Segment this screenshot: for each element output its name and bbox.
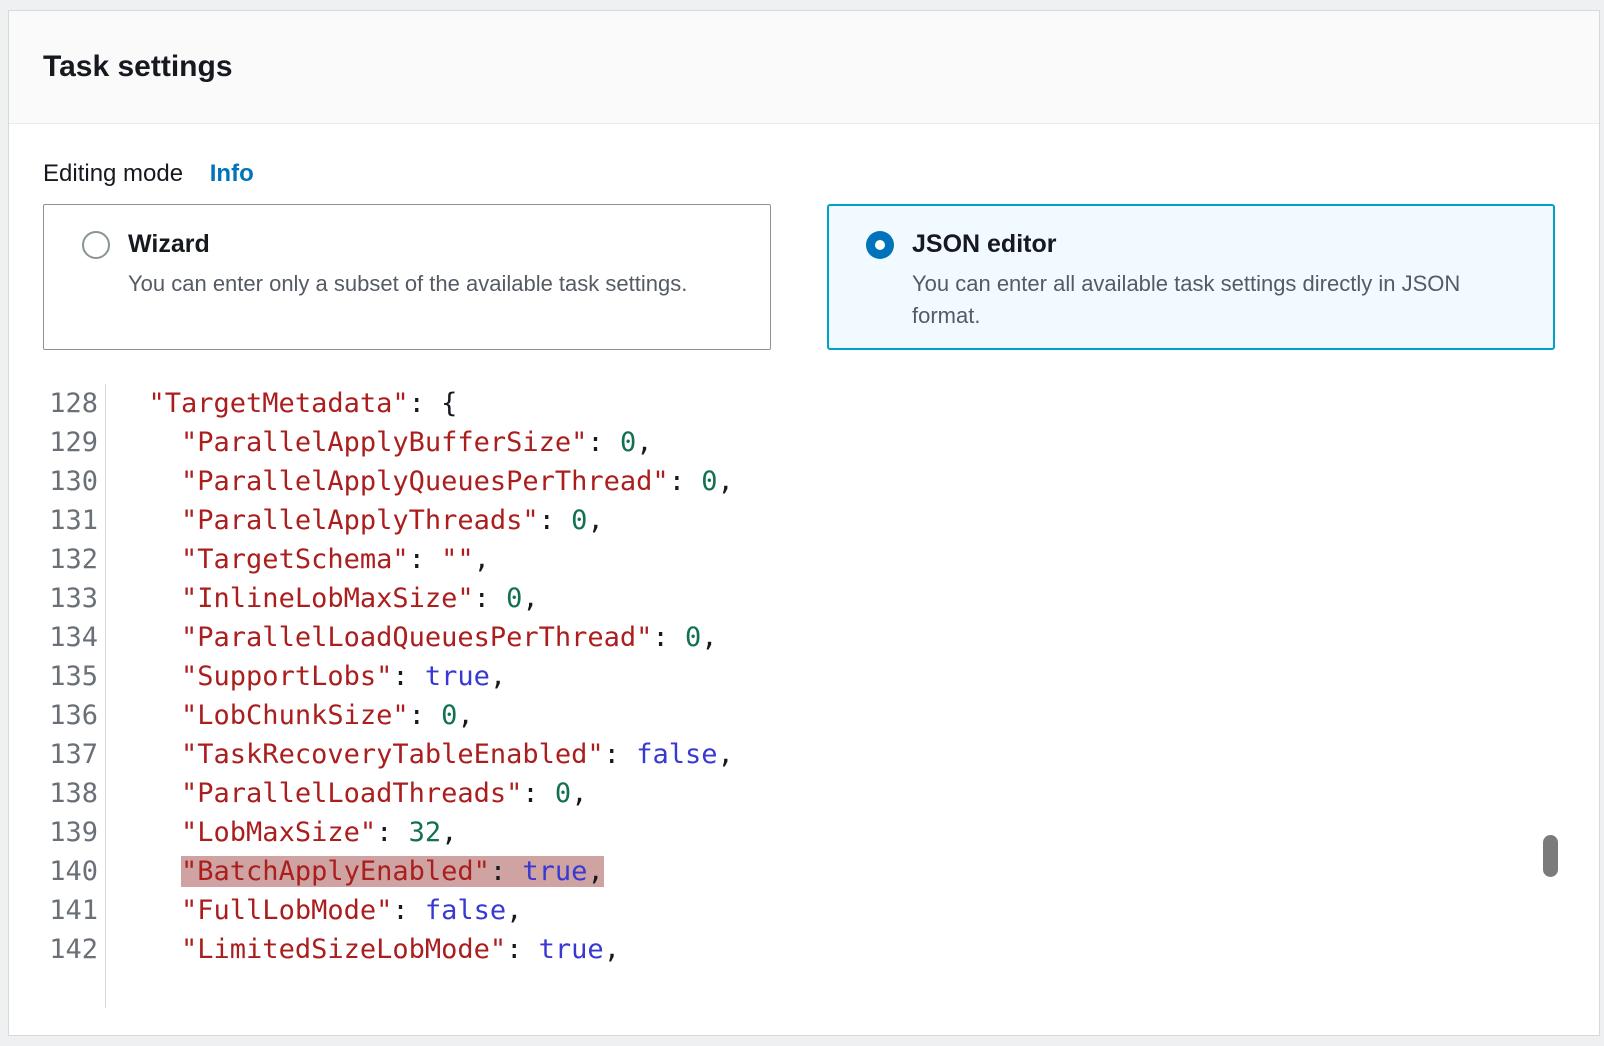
code-text: "TargetMetadata": { (106, 384, 457, 423)
code-text: "SupportLobs": true, (106, 657, 506, 696)
line-number: 142 (9, 930, 106, 969)
line-number: 130 (9, 462, 106, 501)
code-text: "TargetSchema": "", (106, 540, 490, 579)
json-key: "FullLobMode" (181, 895, 392, 926)
code-line[interactable]: 132 "TargetSchema": "", (9, 540, 1555, 579)
panel-title: Task settings (43, 50, 233, 84)
code-line[interactable]: 137 "TaskRecoveryTableEnabled": false, (9, 735, 1555, 774)
code-text: "ParallelApplyBufferSize": 0, (106, 423, 652, 462)
editing-mode-option-json-editor[interactable]: JSON editor You can enter all available t… (827, 204, 1555, 350)
json-key: "ParallelApplyQueuesPerThread" (181, 466, 669, 497)
code-line[interactable]: 128 "TargetMetadata": { (9, 384, 1555, 423)
json-key: "TargetSchema" (181, 544, 409, 575)
code-line[interactable]: 131 "ParallelApplyThreads": 0, (9, 501, 1555, 540)
line-number: 134 (9, 618, 106, 657)
json-value: 0 (555, 778, 571, 809)
code-line[interactable]: 141 "FullLobMode": false, (9, 891, 1555, 930)
code-line[interactable]: 139 "LobMaxSize": 32, (9, 813, 1555, 852)
line-number: 137 (9, 735, 106, 774)
json-key: "ParallelApplyBufferSize" (181, 427, 587, 458)
code-text: "LimitedSizeLobMode": true, (106, 930, 620, 969)
line-number: 131 (9, 501, 106, 540)
json-key: "TargetMetadata" (149, 388, 409, 419)
editing-mode-option-wizard[interactable]: Wizard You can enter only a subset of the… (43, 204, 771, 350)
json-key: "InlineLobMaxSize" (181, 583, 474, 614)
line-number: 138 (9, 774, 106, 813)
json-value: 0 (571, 505, 587, 536)
code-line[interactable]: 129 "ParallelApplyBufferSize": 0, (9, 423, 1555, 462)
code-text: "ParallelLoadQueuesPerThread": 0, (106, 618, 717, 657)
json-key: "ParallelApplyThreads" (181, 505, 539, 536)
line-number: 141 (9, 891, 106, 930)
code-line[interactable]: 136 "LobChunkSize": 0, (9, 696, 1555, 735)
code-line[interactable]: 142 "LimitedSizeLobMode": true, (9, 930, 1555, 969)
code-text: "InlineLobMaxSize": 0, (106, 579, 539, 618)
json-key: "ParallelLoadQueuesPerThread" (181, 622, 652, 653)
search-highlight: "BatchApplyEnabled": true, (181, 856, 604, 887)
json-value: 0 (701, 466, 717, 497)
json-value: 32 (409, 817, 442, 848)
json-key: "BatchApplyEnabled" (181, 856, 490, 887)
json-key: "ParallelLoadThreads" (181, 778, 522, 809)
task-settings-panel: Task settings Editing mode Info Wizard Yo… (8, 10, 1600, 1036)
json-key: "LobChunkSize" (181, 700, 409, 731)
json-value: 0 (506, 583, 522, 614)
panel-body: Editing mode Info Wizard You can enter on… (9, 124, 1599, 1008)
code-line[interactable]: 138 "ParallelLoadThreads": 0, (9, 774, 1555, 813)
json-value: "" (441, 544, 474, 575)
code-text (106, 969, 116, 1008)
line-number: 129 (9, 423, 106, 462)
code-line[interactable]: 134 "ParallelLoadQueuesPerThread": 0, (9, 618, 1555, 657)
code-text: "ParallelLoadThreads": 0, (106, 774, 587, 813)
editing-mode-row: Editing mode Info (43, 160, 1555, 188)
option-label: Wizard (128, 230, 210, 259)
line-number (9, 969, 106, 1008)
option-description: You can enter all available task setting… (912, 268, 1534, 332)
line-number: 128 (9, 384, 106, 423)
line-number: 139 (9, 813, 106, 852)
code-text: "BatchApplyEnabled": true, (106, 852, 604, 891)
json-value: true (522, 856, 587, 887)
code-line[interactable]: 130 "ParallelApplyQueuesPerThread": 0, (9, 462, 1555, 501)
radio-button-json-editor[interactable] (866, 231, 894, 259)
code-text: "ParallelApplyQueuesPerThread": 0, (106, 462, 734, 501)
json-code-editor[interactable]: 128 "TargetMetadata": {129 "ParallelAppl… (9, 384, 1555, 1008)
line-number: 136 (9, 696, 106, 735)
line-number: 140 (9, 852, 106, 891)
json-value: false (425, 895, 506, 926)
json-key: "TaskRecoveryTableEnabled" (181, 739, 604, 770)
code-text: "LobMaxSize": 32, (106, 813, 457, 852)
line-number: 133 (9, 579, 106, 618)
panel-header: Task settings (9, 11, 1599, 124)
json-key: "SupportLobs" (181, 661, 392, 692)
code-line[interactable]: 133 "InlineLobMaxSize": 0, (9, 579, 1555, 618)
radio-button-wizard[interactable] (82, 231, 110, 259)
json-value: true (425, 661, 490, 692)
line-number: 135 (9, 657, 106, 696)
code-text: "ParallelApplyThreads": 0, (106, 501, 604, 540)
json-value: { (441, 388, 457, 419)
json-value: true (539, 934, 604, 965)
option-description: You can enter only a subset of the avail… (128, 268, 750, 300)
code-line[interactable]: 135 "SupportLobs": true, (9, 657, 1555, 696)
info-link[interactable]: Info (210, 160, 254, 187)
json-value: 0 (685, 622, 701, 653)
json-value: false (636, 739, 717, 770)
json-value: 0 (441, 700, 457, 731)
code-text: "TaskRecoveryTableEnabled": false, (106, 735, 734, 774)
line-number: 132 (9, 540, 106, 579)
editing-mode-label: Editing mode (43, 160, 183, 187)
editing-mode-options: Wizard You can enter only a subset of the… (43, 204, 1555, 350)
vertical-scrollbar-thumb[interactable] (1543, 835, 1558, 877)
json-key: "LobMaxSize" (181, 817, 376, 848)
code-line[interactable] (9, 969, 1555, 1008)
code-line[interactable]: 140 "BatchApplyEnabled": true, (9, 852, 1555, 891)
code-text: "FullLobMode": false, (106, 891, 522, 930)
code-text: "LobChunkSize": 0, (106, 696, 474, 735)
option-label: JSON editor (912, 230, 1056, 259)
json-key: "LimitedSizeLobMode" (181, 934, 506, 965)
json-value: 0 (620, 427, 636, 458)
